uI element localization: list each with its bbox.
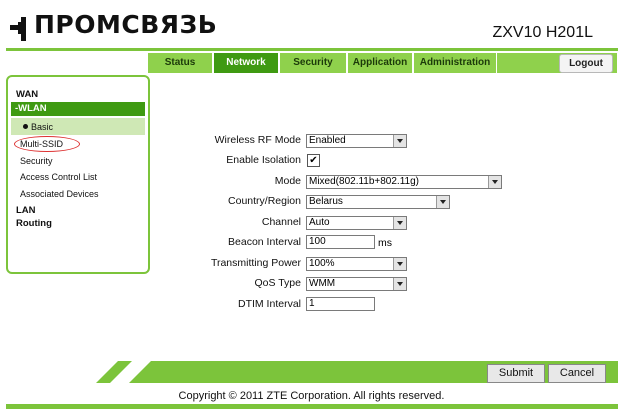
beacon-unit: ms [378,237,392,249]
isolation-label: Enable Isolation [226,154,301,166]
power-select[interactable]: 100% [306,257,407,271]
chevron-down-icon [436,196,449,208]
logout-button[interactable]: Logout [559,54,613,73]
chevron-down-icon [393,278,406,290]
dtim-interval-input[interactable]: 1 [306,297,375,311]
sidebar-item-routing[interactable]: Routing [16,218,52,229]
qos-label: QoS Type [254,277,301,289]
mode-label: Mode [274,175,301,187]
sidebar-item-security[interactable]: Security [20,156,53,166]
sidebar-item-basic[interactable]: Basic [23,122,53,132]
sidebar-item-label: Basic [31,122,54,132]
qos-select[interactable]: WMM [306,277,407,291]
country-label: Country/Region [228,195,301,207]
sidebar-item-wan[interactable]: WAN [16,89,38,100]
beacon-interval-input[interactable]: 100 [306,235,375,249]
header-divider [6,48,618,51]
channel-select[interactable]: Auto [306,216,407,230]
chevron-down-icon [393,135,406,147]
power-value: 100% [309,258,335,269]
qos-value: WMM [309,278,336,289]
device-model: ZXV10 H201L [492,24,593,41]
main-nav: Status Network Security Application Admi… [148,53,496,73]
tab-network[interactable]: Network [214,53,278,73]
tab-application[interactable]: Application [348,53,412,73]
country-select[interactable]: Belarus [306,195,450,209]
footer-divider [6,404,618,409]
brand-name: ПРОМСВЯЗЬ [34,10,218,39]
channel-value: Auto [309,217,330,228]
country-value: Belarus [309,196,343,207]
power-label: Transmitting Power [210,257,301,269]
sidebar-item-access-control-list[interactable]: Access Control List [20,172,97,182]
dtim-label: DTIM Interval [237,298,301,310]
sidebar-item-associated-devices[interactable]: Associated Devices [20,189,99,199]
bullet-icon [23,124,28,130]
brand-logo: ПРОМСВЯЗЬ [8,8,217,48]
submit-button[interactable]: Submit [487,364,545,383]
sidebar-item-lan[interactable]: LAN [16,205,36,216]
chevron-down-icon [393,217,406,229]
isolation-checkbox[interactable]: ✔ [307,154,320,167]
channel-label: Channel [261,216,301,228]
logo-plug-icon [10,17,26,41]
tab-status[interactable]: Status [148,53,212,73]
sidebar-item-multi-ssid[interactable]: Multi-SSID [20,139,63,149]
rf-mode-label: Wireless RF Mode [214,134,301,146]
cancel-button[interactable]: Cancel [548,364,606,383]
mode-value: Mixed(802.11b+802.11g) [309,176,419,187]
tab-administration[interactable]: Administration [414,53,496,73]
chevron-down-icon [393,258,406,270]
rf-mode-select[interactable]: Enabled [306,134,407,148]
footer-stripe-decoration [96,361,136,383]
tab-security[interactable]: Security [280,53,346,73]
beacon-label: Beacon Interval [228,236,301,248]
chevron-down-icon [488,176,501,188]
sidebar: WAN -WLAN Basic Multi-SSID Security Acce… [6,75,150,274]
sidebar-item-wlan[interactable]: -WLAN [11,102,145,116]
rf-mode-value: Enabled [309,135,346,146]
copyright-text: Copyright © 2011 ZTE Corporation. All ri… [178,390,445,402]
mode-select[interactable]: Mixed(802.11b+802.11g) [306,175,502,189]
